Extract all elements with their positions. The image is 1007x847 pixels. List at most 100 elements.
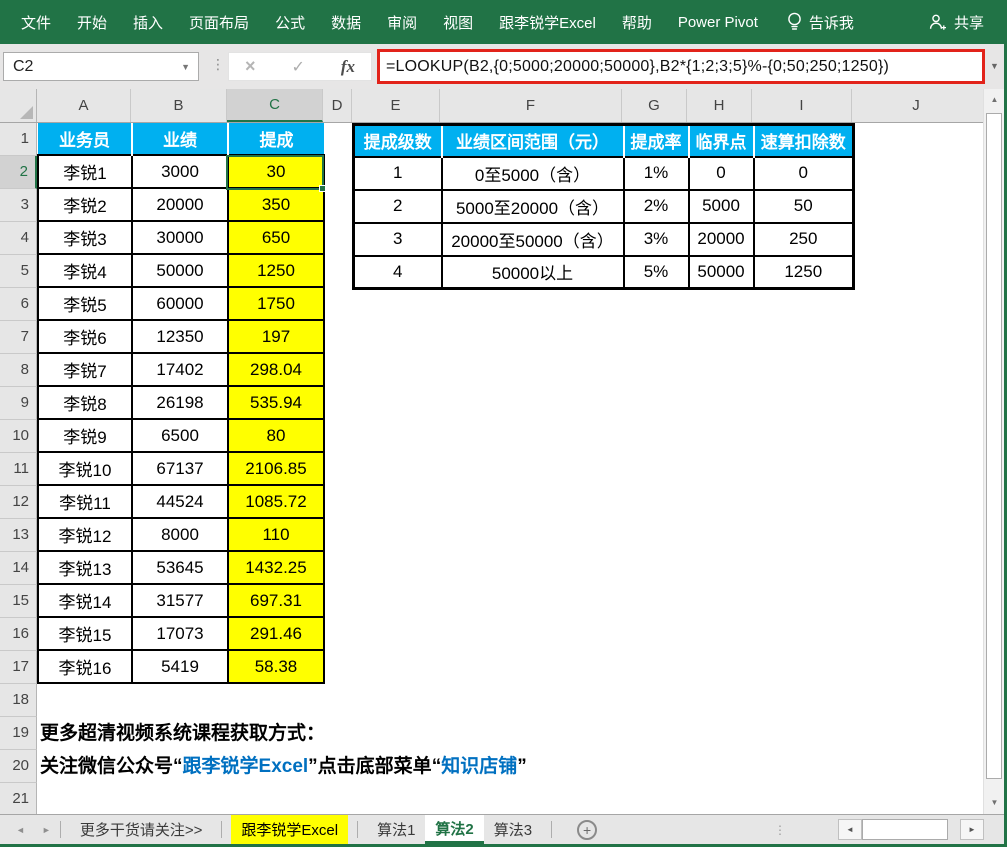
row-header[interactable]: 16 (0, 618, 37, 651)
column-header-j[interactable]: J (852, 89, 980, 122)
salesperson-cell[interactable]: 李锐11 (38, 485, 132, 518)
formula-input[interactable]: =LOOKUP(B2,{0;5000;20000;50000},B2*{1;2;… (377, 49, 985, 84)
row-header[interactable]: 1 (0, 123, 37, 156)
row-header[interactable]: 5 (0, 255, 37, 288)
vertical-scrollbar[interactable]: ▲ ▼ (983, 89, 1004, 814)
salesperson-cell[interactable]: 李锐5 (38, 287, 132, 320)
level-cell[interactable]: 3 (354, 223, 442, 256)
select-all-corner[interactable] (0, 89, 37, 122)
ribbon-tab-home[interactable]: 开始 (64, 0, 120, 44)
column-header-i[interactable]: I (752, 89, 852, 122)
row-header[interactable]: 20 (0, 750, 37, 783)
add-sheet-icon[interactable]: + (577, 820, 597, 840)
commission-cell[interactable]: 58.38 (228, 650, 324, 683)
salesperson-cell[interactable]: 李锐7 (38, 353, 132, 386)
deduction-cell[interactable]: 0 (754, 157, 854, 190)
column-header-d[interactable]: D (323, 89, 352, 122)
salesperson-cell[interactable]: 李锐6 (38, 320, 132, 353)
range-cell[interactable]: 0至5000（含） (442, 157, 624, 190)
commission-cell[interactable]: 535.94 (228, 386, 324, 419)
threshold-cell[interactable]: 5000 (689, 190, 754, 223)
commission-cell[interactable]: 350 (228, 188, 324, 221)
performance-cell[interactable]: 30000 (132, 221, 228, 254)
level-cell[interactable]: 2 (354, 190, 442, 223)
commission-cell[interactable]: 291.46 (228, 617, 324, 650)
note-line-2[interactable]: 关注微信公众号“跟李锐学Excel”点击底部菜单“知识店铺” (40, 750, 527, 783)
performance-cell[interactable]: 53645 (132, 551, 228, 584)
commission-cell[interactable]: 1750 (228, 287, 324, 320)
salesperson-cell[interactable]: 李锐10 (38, 452, 132, 485)
row-header[interactable]: 8 (0, 354, 37, 387)
commission-cell[interactable]: 110 (228, 518, 324, 551)
ribbon-tab-formulas[interactable]: 公式 (262, 0, 318, 44)
row-header[interactable]: 9 (0, 387, 37, 420)
column-header-b[interactable]: B (131, 89, 227, 122)
scroll-down-icon[interactable]: ▼ (984, 792, 1004, 814)
column-header-h[interactable]: H (687, 89, 752, 122)
row-header[interactable]: 21 (0, 783, 37, 814)
salesperson-cell[interactable]: 李锐1 (38, 155, 132, 188)
performance-cell[interactable]: 17402 (132, 353, 228, 386)
row-header[interactable]: 3 (0, 189, 37, 222)
name-box[interactable]: C2 ▼ (3, 52, 199, 81)
commission-cell[interactable]: 650 (228, 221, 324, 254)
salesperson-cell[interactable]: 李锐9 (38, 419, 132, 452)
formula-bar-splitter[interactable]: ⋮ (211, 57, 225, 71)
performance-cell[interactable]: 5419 (132, 650, 228, 683)
rate-header-range[interactable]: 业绩区间范围（元） (442, 125, 624, 157)
salesperson-cell[interactable]: 李锐2 (38, 188, 132, 221)
salesperson-cell[interactable]: 李锐3 (38, 221, 132, 254)
deduction-cell[interactable]: 50 (754, 190, 854, 223)
row-header[interactable]: 18 (0, 684, 37, 717)
row-header[interactable]: 7 (0, 321, 37, 354)
deduction-cell[interactable]: 250 (754, 223, 854, 256)
note-line-1[interactable]: 更多超清视频系统课程获取方式： (40, 717, 325, 750)
ribbon-tab-page-layout[interactable]: 页面布局 (176, 0, 262, 44)
sheet-tab-algo1[interactable]: 算法1 (367, 815, 425, 844)
sheet-nav-next-icon[interactable]: ► (42, 825, 51, 835)
ribbon-tab-insert[interactable]: 插入 (120, 0, 176, 44)
level-cell[interactable]: 4 (354, 256, 442, 289)
row-header[interactable]: 15 (0, 585, 37, 618)
sales-header-performance[interactable]: 业绩 (132, 123, 228, 155)
rate-header-rate[interactable]: 提成率 (624, 125, 689, 157)
row-header[interactable]: 13 (0, 519, 37, 552)
column-header-c[interactable]: C (227, 89, 323, 122)
sheet-tab-lirui[interactable]: 跟李锐学Excel (231, 815, 348, 844)
commission-cell[interactable]: 1085.72 (228, 485, 324, 518)
rate-header-level[interactable]: 提成级数 (354, 125, 442, 157)
row-header[interactable]: 6 (0, 288, 37, 321)
range-cell[interactable]: 50000以上 (442, 256, 624, 289)
sheet-tab-more[interactable]: 更多干货请关注>> (70, 815, 213, 844)
name-box-dropdown-icon[interactable]: ▼ (181, 62, 198, 72)
ribbon-tab-custom-lirui[interactable]: 跟李锐学Excel (486, 0, 609, 44)
performance-cell[interactable]: 6500 (132, 419, 228, 452)
deduction-cell[interactable]: 1250 (754, 256, 854, 289)
ribbon-tab-help[interactable]: 帮助 (609, 0, 665, 44)
salesperson-cell[interactable]: 李锐8 (38, 386, 132, 419)
salesperson-cell[interactable]: 李锐12 (38, 518, 132, 551)
commission-cell[interactable]: 1250 (228, 254, 324, 287)
row-header[interactable]: 11 (0, 453, 37, 486)
vertical-scrollbar-thumb[interactable] (986, 113, 1002, 779)
scroll-left-icon[interactable]: ◄ (838, 819, 862, 840)
tab-splitter-icon[interactable]: ⋮ (774, 823, 786, 837)
ribbon-tab-data[interactable]: 数据 (318, 0, 374, 44)
sheet-tab-algo2-active[interactable]: 算法2 (425, 815, 483, 844)
salesperson-cell[interactable]: 李锐13 (38, 551, 132, 584)
threshold-cell[interactable]: 0 (689, 157, 754, 190)
commission-cell[interactable]: 197 (228, 320, 324, 353)
row-header[interactable]: 2 (0, 156, 37, 189)
performance-cell[interactable]: 50000 (132, 254, 228, 287)
rate-cell[interactable]: 2% (624, 190, 689, 223)
rate-cell[interactable]: 5% (624, 256, 689, 289)
horizontal-scrollbar-thumb[interactable] (862, 819, 948, 840)
performance-cell[interactable]: 31577 (132, 584, 228, 617)
cancel-icon[interactable]: × (245, 56, 256, 77)
salesperson-cell[interactable]: 李锐4 (38, 254, 132, 287)
ribbon-tab-file[interactable]: 文件 (8, 0, 64, 44)
performance-cell[interactable]: 44524 (132, 485, 228, 518)
performance-cell[interactable]: 20000 (132, 188, 228, 221)
sales-header-commission[interactable]: 提成 (228, 123, 324, 155)
commission-cell[interactable]: 298.04 (228, 353, 324, 386)
